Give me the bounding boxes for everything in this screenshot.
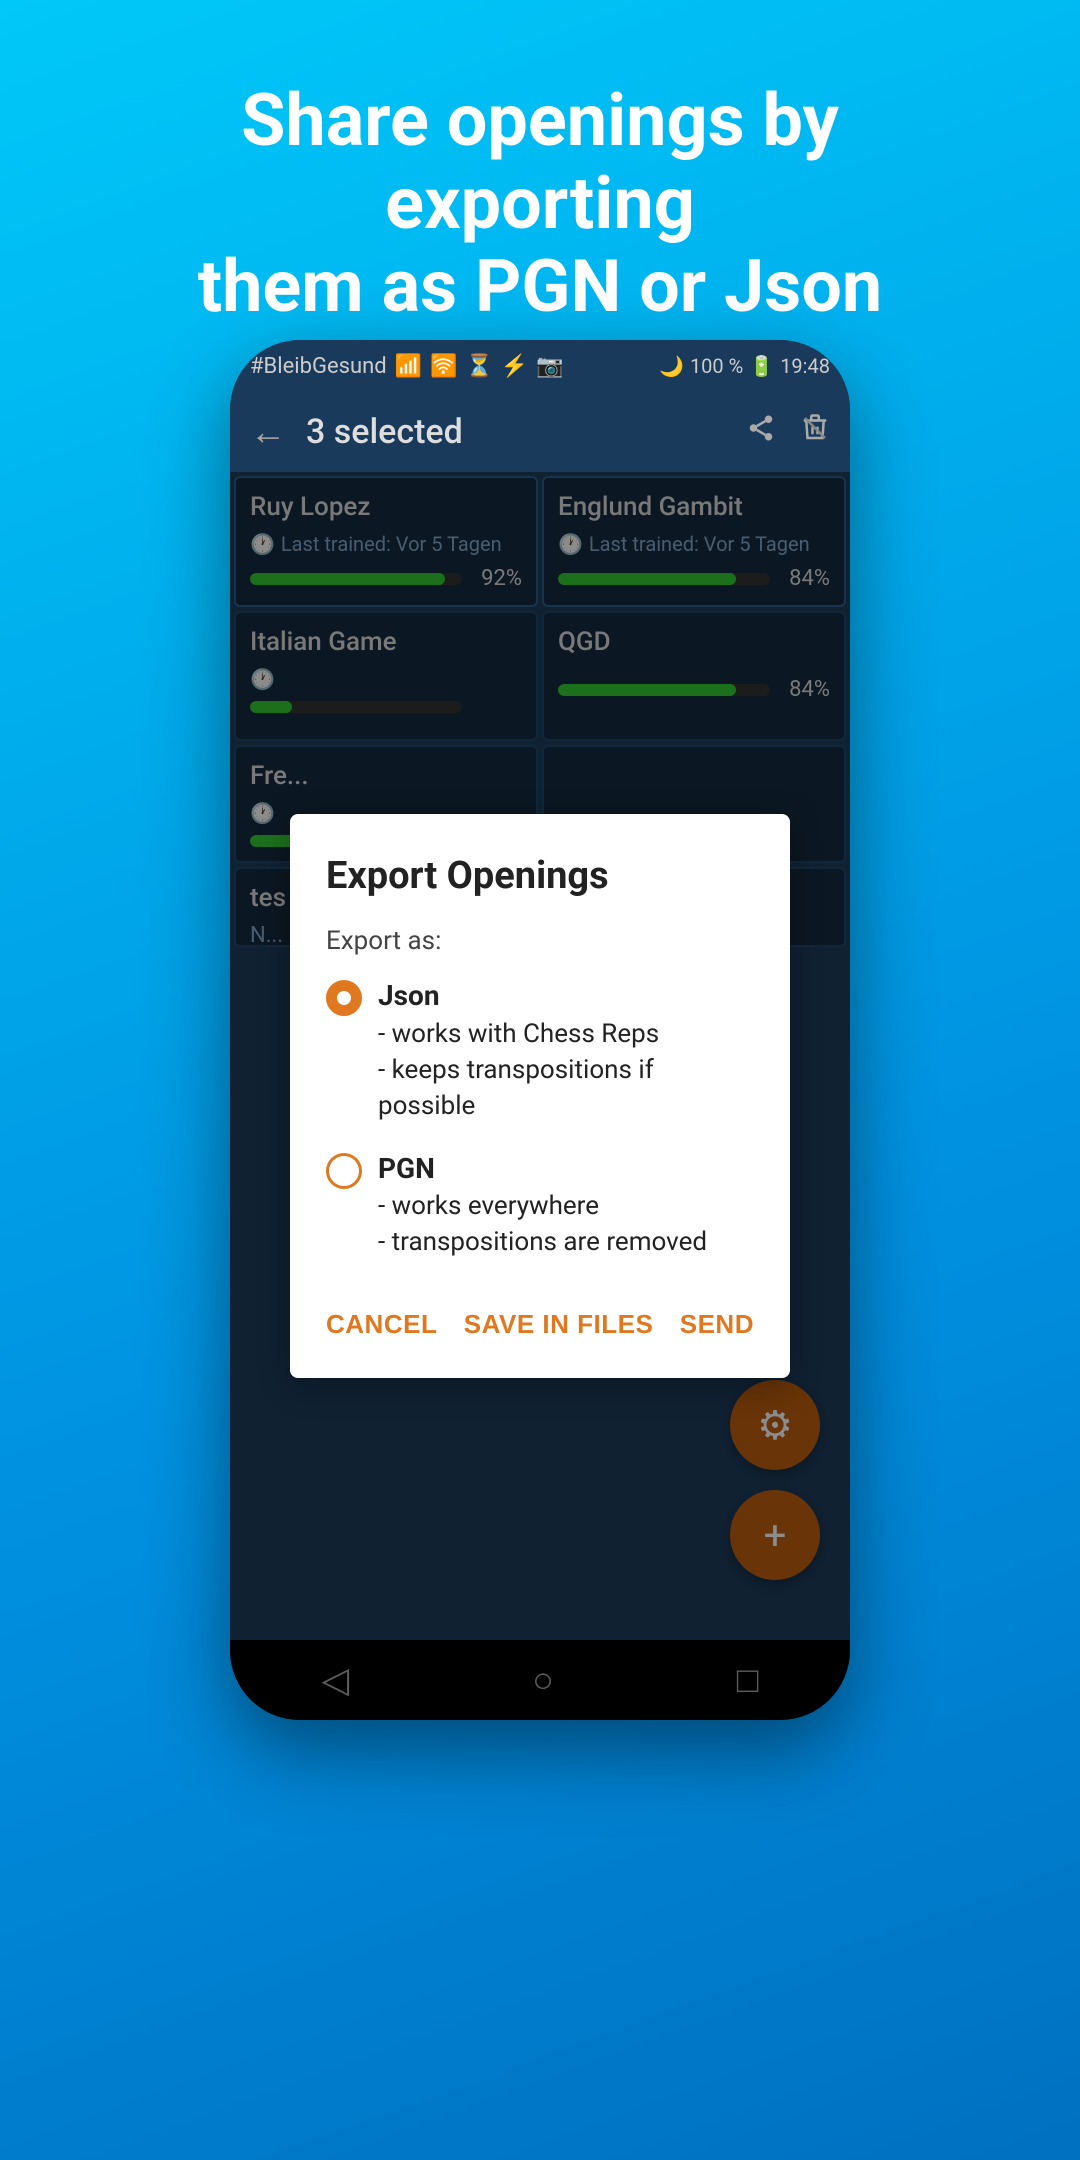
save-in-files-button[interactable]: SAVE IN FILES xyxy=(464,1301,654,1348)
phone-shell: #BleibGesund 📶 🛜 ⏳ ⚡ 📷 🌙 100 % 🔋 19:48 ←… xyxy=(230,340,850,1720)
battery-label: 100 % xyxy=(690,354,743,378)
app-header: ← 3 selected xyxy=(230,392,850,472)
dialog-actions: CANCEL SAVE IN FILES SEND xyxy=(326,1291,754,1348)
selection-count-label: 3 selected xyxy=(306,412,726,452)
battery-icon: 🔋 xyxy=(749,354,774,378)
radio-pgn[interactable] xyxy=(326,1153,362,1189)
cancel-button[interactable]: CANCEL xyxy=(326,1301,437,1348)
export-dialog: Export Openings Export as: Json - works … xyxy=(290,814,790,1377)
app-content: Ruy Lopez 🕐 Last trained: Vor 5 Tagen 92… xyxy=(230,472,850,1720)
pgn-desc2: - transpositions are removed xyxy=(378,1224,707,1260)
radio-json-label: Json - works with Chess Reps - keeps tra… xyxy=(378,976,754,1124)
status-bar: #BleibGesund 📶 🛜 ⏳ ⚡ 📷 🌙 100 % 🔋 19:48 xyxy=(230,340,850,392)
json-label-title: Json xyxy=(378,976,754,1015)
dialog-title: Export Openings xyxy=(326,854,754,898)
signal-icon: 📶 xyxy=(395,354,422,379)
share-button[interactable] xyxy=(746,413,776,451)
moon-icon: 🌙 xyxy=(659,354,684,378)
json-desc2: - keeps transpositions if possible xyxy=(378,1052,754,1125)
usb-icon: ⚡ xyxy=(501,354,528,379)
radio-json[interactable] xyxy=(326,980,362,1016)
headline-line2: them as PGN or Json xyxy=(198,244,883,329)
pgn-desc1: - works everywhere xyxy=(378,1188,707,1224)
headline: Share openings by exporting them as PGN … xyxy=(0,0,1080,368)
alarm-icon: ⏳ xyxy=(465,354,492,379)
pgn-label-title: PGN xyxy=(378,1149,707,1188)
send-button[interactable]: SEND xyxy=(680,1301,754,1348)
instagram-icon: 📷 xyxy=(536,354,563,379)
dialog-subtitle: Export as: xyxy=(326,926,754,956)
wifi-icon: 🛜 xyxy=(430,354,457,379)
status-right: 🌙 100 % 🔋 19:48 xyxy=(659,354,830,378)
radio-option-json[interactable]: Json - works with Chess Reps - keeps tra… xyxy=(326,976,754,1124)
time-label: 19:48 xyxy=(780,354,830,378)
delete-button[interactable] xyxy=(800,413,830,451)
headline-line1: Share openings by exporting xyxy=(241,78,839,246)
radio-pgn-label: PGN - works everywhere - transpositions … xyxy=(378,1149,707,1261)
carrier-label: #BleibGesund xyxy=(250,354,387,379)
json-desc1: - works with Chess Reps xyxy=(378,1016,754,1052)
radio-option-pgn[interactable]: PGN - works everywhere - transpositions … xyxy=(326,1149,754,1261)
status-left: #BleibGesund 📶 🛜 ⏳ ⚡ 📷 xyxy=(250,354,564,379)
dialog-overlay: Export Openings Export as: Json - works … xyxy=(230,472,850,1720)
back-button[interactable]: ← xyxy=(250,411,286,453)
header-actions xyxy=(746,413,830,451)
